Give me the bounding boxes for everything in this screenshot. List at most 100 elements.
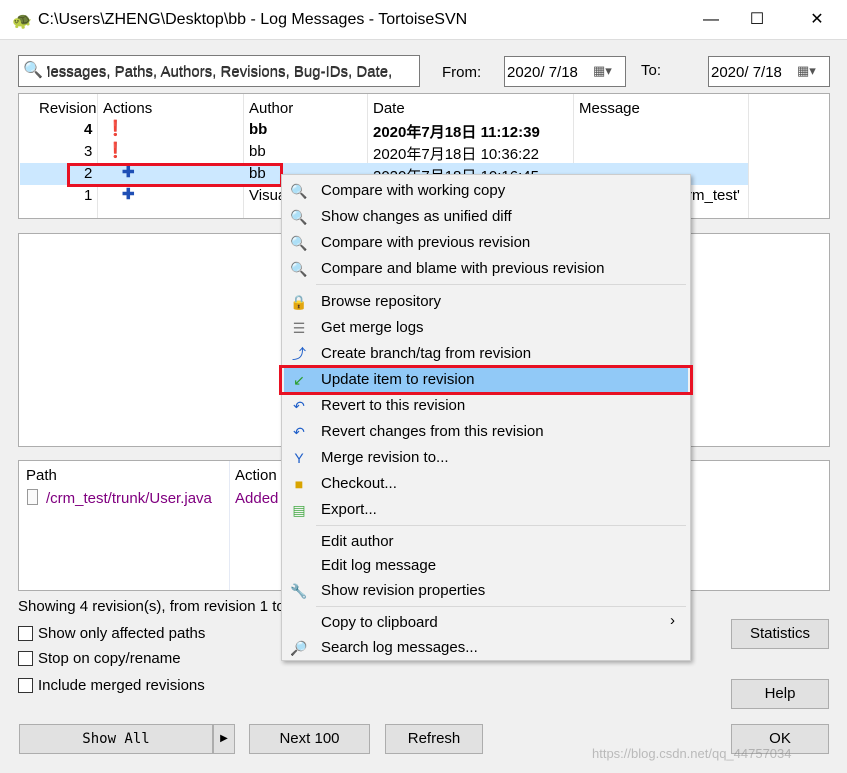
repo-browser-icon: 🔒	[290, 294, 308, 310]
menu-label: Compare with working copy	[321, 182, 506, 199]
from-label: From:	[442, 64, 482, 81]
menu-label: Revert to this revision	[321, 397, 466, 414]
menu-edit-author[interactable]: Edit author	[284, 530, 688, 554]
menu-label: Search log messages...	[321, 639, 478, 656]
to-date-value: 2020/ 7/18	[711, 64, 782, 81]
watermark: https://blog.csdn.net/qq_44757034	[592, 746, 792, 761]
menu-browse-repository[interactable]: 🔒 Browse repository	[284, 290, 688, 314]
menu-label: Edit log message	[321, 557, 437, 574]
revert-icon: ↶	[293, 424, 305, 440]
to-label: To:	[641, 62, 662, 79]
menu-compare-previous[interactable]: 🔍 Compare with previous revision	[284, 231, 688, 255]
search-icon: 🔎	[290, 640, 308, 656]
menu-label: Show revision properties	[321, 582, 486, 599]
column-revision[interactable]: Revision	[39, 100, 97, 117]
checkbox-label: Include merged revisions	[38, 677, 205, 694]
checkbox[interactable]	[18, 651, 33, 666]
merge-icon: Y	[294, 450, 304, 466]
column-path[interactable]: Path	[26, 467, 57, 484]
from-date-picker[interactable]: 2020/ 7/18 ▦▾	[504, 56, 626, 87]
added-icon: ✚	[122, 186, 135, 203]
menu-merge-logs[interactable]: ☰ Get merge logs	[284, 316, 688, 340]
search-input[interactable]	[47, 62, 417, 80]
menu-revision-properties[interactable]: 🔧 Show revision properties	[284, 579, 688, 603]
export-icon: ▤	[292, 502, 306, 518]
minimize-button[interactable]: —	[688, 0, 734, 40]
wrench-icon: 🔧	[290, 583, 308, 599]
date: 2020年7月18日 11:12:39	[373, 124, 540, 141]
menu-label: Create branch/tag from revision	[321, 345, 532, 362]
column-author[interactable]: Author	[249, 100, 293, 117]
action: Added	[235, 490, 279, 507]
column-date[interactable]: Date	[373, 100, 405, 117]
log-row[interactable]: 4 ❗ bb 2020年7月18日 11:12:39	[20, 119, 748, 141]
revision: 1	[84, 187, 93, 204]
statistics-button[interactable]: Statistics	[731, 619, 829, 649]
window-title: C:\Users\ZHENG\Desktop\bb - Log Messages…	[38, 11, 468, 28]
checkbox-label: Stop on copy/rename	[38, 650, 181, 667]
status-text: Showing 4 revision(s), from revision 1 t…	[18, 598, 285, 615]
help-button[interactable]: Help	[731, 679, 829, 709]
author: bb	[249, 143, 266, 160]
menu-copy-to-clipboard[interactable]: Copy to clipboard ›	[284, 611, 688, 635]
search-icon: 🔍	[23, 62, 43, 79]
maximize-button[interactable]: ☐	[734, 0, 780, 40]
menu-edit-log-message[interactable]: Edit log message	[284, 554, 688, 578]
menu-search-log[interactable]: 🔎 Search log messages...	[284, 636, 688, 660]
revision: 4	[84, 121, 93, 138]
menu-revert-to-revision[interactable]: ↶ Revert to this revision	[284, 394, 688, 418]
file-icon	[27, 489, 38, 505]
next-100-button[interactable]: Next 100	[249, 724, 370, 754]
magnifier-icon: 🔍	[290, 235, 308, 251]
menu-export[interactable]: ▤ Export...	[284, 498, 688, 522]
menu-compare-blame[interactable]: 🔍 Compare and blame with previous revisio…	[284, 257, 688, 281]
tortoise-app-icon: 🐢	[12, 13, 32, 30]
menu-label: Compare with previous revision	[321, 234, 531, 251]
branch-icon: ⤴	[292, 346, 306, 362]
show-all-button[interactable]: Show All	[19, 724, 213, 754]
chevron-right-icon: ›	[670, 612, 675, 629]
search-box[interactable]: 🔍 lessages, Paths, Authors, Revisions, B…	[18, 55, 420, 87]
context-menu: 🔍 Compare with working copy 🔍 Show changes…	[281, 174, 691, 661]
menu-label: Get merge logs	[321, 319, 424, 336]
blame-icon: 🔍	[290, 261, 308, 277]
menu-compare-working-copy[interactable]: 🔍 Compare with working copy	[284, 179, 688, 203]
column-message[interactable]: Message	[579, 100, 640, 117]
annotation-box	[67, 163, 283, 187]
menu-label: Export...	[321, 501, 377, 518]
path: /crm_test/trunk/User.java	[46, 490, 212, 507]
menu-label: Revert changes from this revision	[321, 423, 544, 440]
menu-label: Merge revision to...	[321, 449, 449, 466]
modified-icon: ❗	[106, 142, 125, 159]
revision: 3	[84, 143, 93, 160]
message: rm_test'	[687, 187, 740, 204]
column-actions[interactable]: Actions	[103, 100, 152, 117]
menu-merge-revision[interactable]: Y Merge revision to...	[284, 446, 688, 470]
menu-revert-changes[interactable]: ↶ Revert changes from this revision	[284, 420, 688, 444]
checkbox[interactable]	[18, 678, 33, 693]
checkbox-label: Show only affected paths	[38, 625, 206, 642]
menu-create-branch[interactable]: ⤴ Create branch/tag from revision	[284, 342, 688, 366]
magnifier-icon: 🔍	[290, 209, 308, 225]
modified-icon: ❗	[106, 120, 125, 137]
calendar-icon[interactable]: ▦▾	[797, 63, 816, 79]
checkout-icon: ■	[294, 476, 304, 492]
calendar-icon[interactable]: ▦▾	[593, 63, 612, 79]
revert-icon: ↶	[293, 398, 305, 414]
menu-label: Checkout...	[321, 475, 397, 492]
log-row[interactable]: 3 ❗ bb 2020年7月18日 10:36:22	[20, 141, 748, 163]
author: bb	[249, 121, 268, 138]
column-action[interactable]: Action	[235, 467, 277, 484]
refresh-button[interactable]: Refresh	[385, 724, 483, 754]
magnifier-icon: 🔍	[290, 183, 308, 199]
close-button[interactable]: ✕	[794, 0, 840, 40]
menu-label: Show changes as unified diff	[321, 208, 512, 225]
checkbox[interactable]	[18, 626, 33, 641]
to-date-picker[interactable]: 2020/ 7/18 ▦▾	[708, 56, 830, 87]
menu-label: Copy to clipboard	[321, 614, 438, 631]
from-date-value: 2020/ 7/18	[507, 64, 578, 81]
menu-unified-diff[interactable]: 🔍 Show changes as unified diff	[284, 205, 688, 229]
menu-checkout[interactable]: ■ Checkout...	[284, 472, 688, 496]
show-all-dropdown-arrow[interactable]: ▶	[213, 724, 235, 754]
menu-label: Compare and blame with previous revision	[321, 260, 605, 277]
